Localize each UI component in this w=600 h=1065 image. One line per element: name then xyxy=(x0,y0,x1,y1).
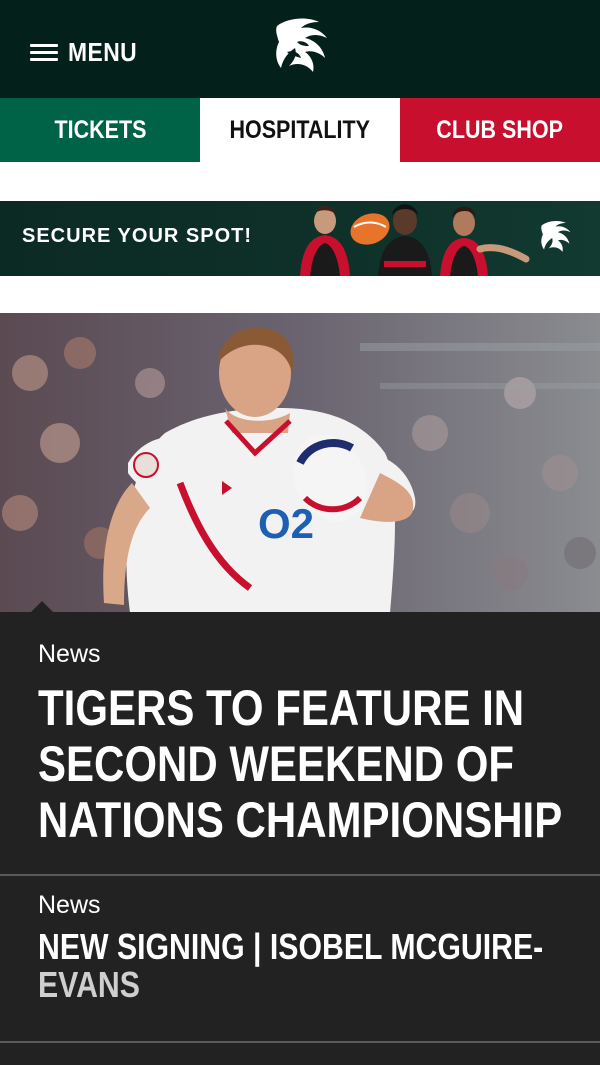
tiger-logo-icon[interactable] xyxy=(267,16,333,80)
banner-players-image xyxy=(300,204,530,276)
svg-text:O2: O2 xyxy=(258,500,314,547)
banner-text: SECURE YOUR SPOT! xyxy=(22,225,252,247)
article-title-main: NEW SIGNING | ISOBEL MCGUIRE- xyxy=(38,926,544,967)
hero-pointer xyxy=(30,601,54,613)
article-title-faded: EVANS xyxy=(38,964,140,1005)
tab-tickets-label: TICKETS xyxy=(54,115,146,144)
tab-tickets[interactable]: TICKETS xyxy=(0,98,200,162)
menu-button[interactable]: MENU xyxy=(30,32,147,72)
tab-hospitality[interactable]: HOSPITALITY xyxy=(200,98,400,162)
article-title[interactable]: TIGERS TO FEATURE IN SECOND WEEKEND OF N… xyxy=(38,680,592,848)
banner-logo-icon xyxy=(541,221,571,252)
tab-hospitality-label: HOSPITALITY xyxy=(229,115,371,144)
hamburger-icon xyxy=(30,42,58,62)
promo-banner[interactable]: SECURE YOUR SPOT! xyxy=(0,201,600,276)
article-category: News xyxy=(38,640,101,668)
tab-club-shop[interactable]: CLUB SHOP xyxy=(400,98,600,162)
menu-label: MENU xyxy=(68,36,138,67)
hero-article-image[interactable]: O2 xyxy=(0,313,600,613)
primary-nav: TICKETS HOSPITALITY CLUB SHOP xyxy=(0,98,600,162)
article-card-partial[interactable] xyxy=(0,1043,600,1065)
site-header: MENU xyxy=(0,0,600,98)
rugby-player-image: O2 xyxy=(0,313,600,613)
tab-club-shop-label: CLUB SHOP xyxy=(436,115,564,144)
article-title[interactable]: NEW SIGNING | ISOBEL MCGUIRE- EVANS xyxy=(38,928,592,1004)
article-category: News xyxy=(38,891,101,919)
